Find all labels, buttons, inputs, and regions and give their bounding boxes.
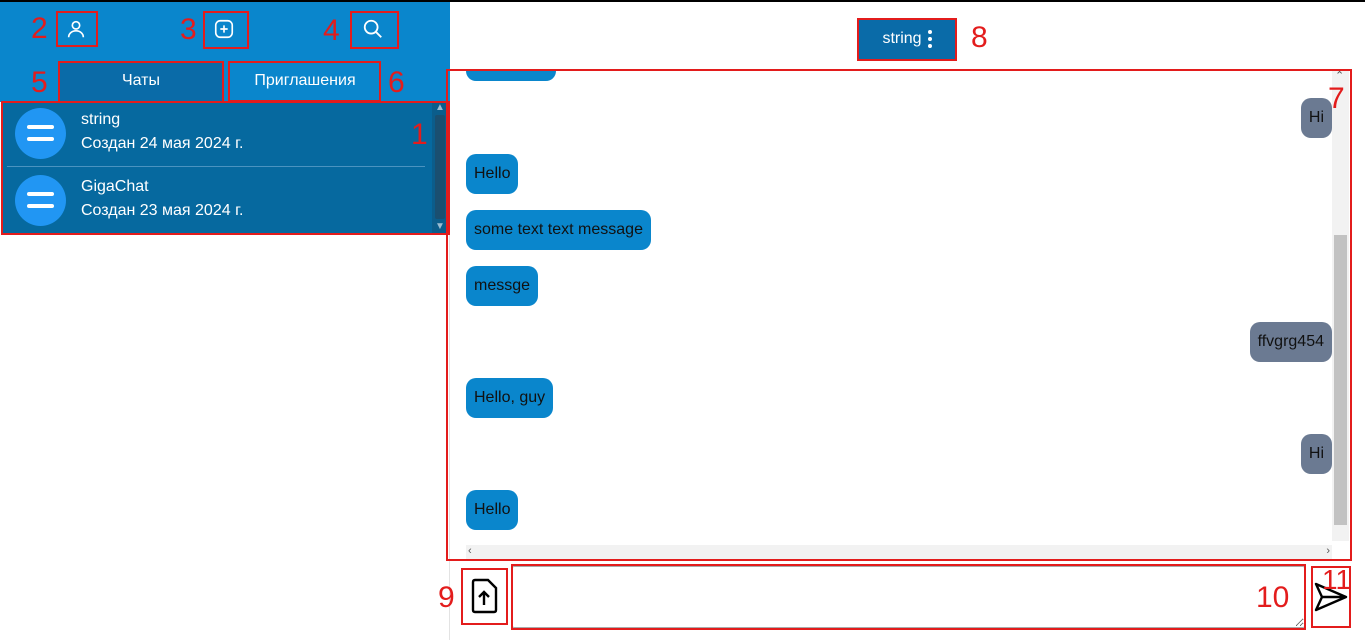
messages-horizontal-scrollbar[interactable]: ‹ › [466, 545, 1332, 559]
chat-name: GigaChat [81, 178, 149, 195]
search-icon [363, 19, 382, 38]
app-window: Чаты Приглашения string Создан 24 мая 20… [0, 0, 1365, 640]
scrollbar-thumb[interactable] [435, 115, 445, 219]
chat-title: string [882, 30, 922, 47]
annotation-number: 11 [1322, 564, 1352, 595]
scroll-down-arrow-icon[interactable]: ▼ [435, 222, 445, 232]
message-bubble-incoming: Hello [466, 490, 519, 530]
sidebar-header: Чаты Приглашения [0, 2, 450, 102]
tab-invitations[interactable]: Приглашения [230, 61, 380, 101]
chat-list[interactable]: string Создан 24 мая 2024 г. GigaChat Со… [2, 101, 450, 234]
tab-invitations-label: Приглашения [254, 72, 356, 89]
message-input[interactable] [512, 566, 1305, 628]
scroll-left-arrow-icon[interactable]: ‹ [468, 546, 472, 557]
chat-list-item[interactable]: string Создан 24 мая 2024 г. [2, 101, 432, 167]
plus-square-icon [214, 19, 234, 39]
chat-avatar [15, 175, 66, 226]
scroll-up-arrow-icon[interactable]: ⌃ [1335, 71, 1344, 82]
create-chat-button[interactable] [204, 11, 244, 47]
annotation-number: 10 [1256, 581, 1290, 614]
chat-created-date: Создан 24 мая 2024 г. [81, 135, 244, 152]
message-list[interactable]: Hi Hello some text text message messge f… [452, 69, 1349, 559]
annotation-number: 5 [31, 66, 48, 99]
chat-avatar [15, 108, 66, 159]
scroll-right-arrow-icon[interactable]: › [1326, 546, 1330, 557]
chat-list-scrollbar[interactable]: ▲ ▼ [432, 101, 448, 234]
scroll-up-arrow-icon[interactable]: ▲ [435, 103, 445, 113]
tab-chats-label: Чаты [121, 72, 161, 89]
user-icon [67, 20, 85, 38]
more-vertical-icon [927, 30, 932, 48]
chat-menu-button[interactable]: string [858, 19, 956, 59]
chat-name: string [81, 111, 121, 128]
message-bubble-outgoing: ffvgrg454 [1249, 322, 1332, 362]
message-bubble-incoming: some text text message [466, 210, 651, 250]
message-bubble-incoming: Hello [466, 154, 519, 194]
annotation-number: 1 [411, 118, 428, 151]
search-button[interactable] [353, 11, 393, 47]
tab-chats[interactable]: Чаты [60, 61, 222, 101]
chat-created-date: Создан 23 мая 2024 г. [81, 202, 244, 219]
annotation-number: 7 [1328, 82, 1345, 115]
profile-button[interactable] [56, 11, 96, 47]
file-upload-icon [471, 578, 498, 614]
annotation-number: 6 [388, 66, 405, 99]
annotation-number: 8 [971, 21, 988, 54]
annotation-number: 4 [323, 14, 340, 47]
message-bubble-incoming: Hello, guy [466, 378, 554, 418]
annotation-number: 2 [31, 12, 48, 45]
attach-file-button[interactable] [461, 568, 507, 624]
message-bubble-partial [466, 69, 556, 81]
sidebar: Чаты Приглашения string Создан 24 мая 20… [0, 2, 450, 640]
messages-vertical-scrollbar[interactable]: ⌃ [1332, 69, 1349, 541]
message-bubble-incoming: messge [466, 266, 539, 306]
scrollbar-thumb[interactable] [1334, 235, 1347, 525]
annotation-number: 9 [438, 581, 455, 614]
chat-list-item[interactable]: GigaChat Создан 23 мая 2024 г. [2, 168, 432, 234]
annotation-number: 3 [180, 13, 197, 46]
message-bubble-outgoing: Hi [1300, 434, 1332, 474]
divider [7, 166, 425, 167]
